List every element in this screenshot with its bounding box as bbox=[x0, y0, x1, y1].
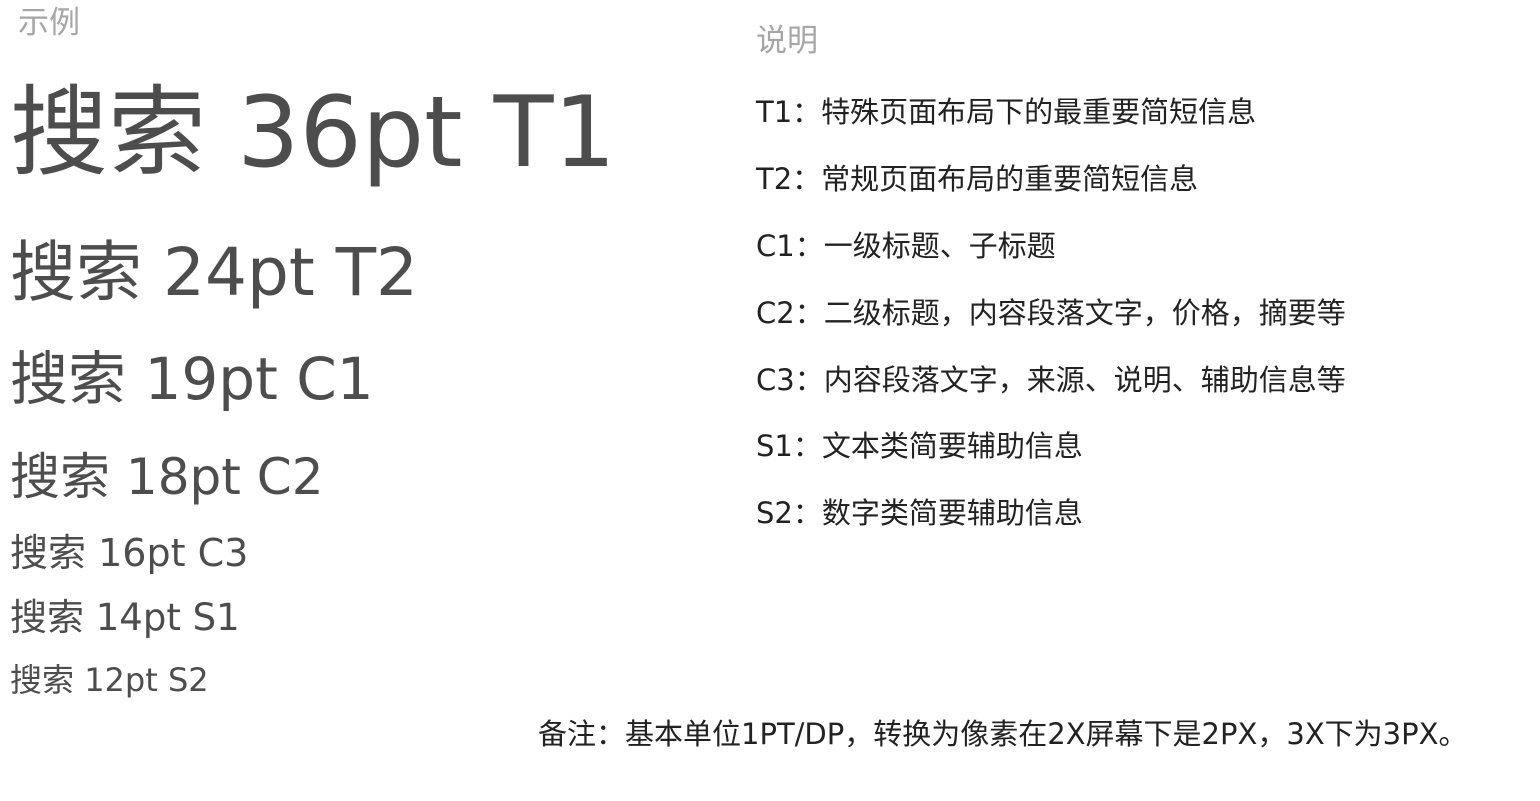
sample-word: 搜索 bbox=[10, 76, 207, 190]
sample-word: 搜索 bbox=[10, 596, 84, 639]
sample-code: T2 bbox=[335, 234, 419, 311]
sample-size: 19pt bbox=[144, 345, 278, 413]
sample-s2: 搜索 12pt S2 bbox=[10, 664, 209, 696]
description-t2: T2：常规页面布局的重要简短信息 bbox=[756, 162, 1199, 196]
sample-word: 搜索 bbox=[10, 345, 127, 413]
sample-code: S1 bbox=[192, 596, 240, 639]
sample-code: S2 bbox=[167, 661, 209, 699]
sample-c1: 搜索 19pt C1 bbox=[10, 350, 374, 408]
footnote: 备注：基本单位1PT/DP，转换为像素在2X屏幕下是2PX，3X下为3PX。 bbox=[538, 717, 1468, 751]
examples-heading: 示例 bbox=[18, 5, 80, 41]
sample-t2: 搜索 24pt T2 bbox=[10, 240, 418, 306]
sample-word: 搜索 bbox=[10, 661, 75, 699]
sample-size: 14pt bbox=[95, 596, 181, 639]
sample-code: C2 bbox=[256, 448, 324, 506]
sample-code: C3 bbox=[197, 531, 249, 575]
sample-s1: 搜索 14pt S1 bbox=[10, 599, 240, 636]
description-c3: C3：内容段落文字，来源、说明、辅助信息等 bbox=[756, 363, 1346, 397]
sample-word: 搜索 bbox=[10, 448, 110, 506]
sample-code: C1 bbox=[296, 345, 374, 413]
sample-size: 18pt bbox=[125, 448, 241, 506]
descriptions-heading: 说明 bbox=[756, 23, 818, 59]
sample-size: 36pt bbox=[237, 76, 463, 190]
sample-c2: 搜索 18pt C2 bbox=[10, 452, 324, 502]
description-t1: T1：特殊页面布局下的最重要简短信息 bbox=[756, 95, 1257, 129]
sample-size: 24pt bbox=[162, 234, 315, 311]
sample-t1: 搜索 36pt T1 bbox=[10, 84, 616, 182]
sample-word: 搜索 bbox=[10, 531, 87, 575]
description-s1: S1：文本类简要辅助信息 bbox=[756, 429, 1083, 463]
description-c2: C2：二级标题，内容段落文字，价格，摘要等 bbox=[756, 296, 1346, 330]
sample-size: 12pt bbox=[84, 661, 158, 699]
sample-code: T1 bbox=[493, 76, 616, 190]
description-s2: S2：数字类简要辅助信息 bbox=[756, 496, 1083, 530]
sample-word: 搜索 bbox=[10, 234, 142, 311]
sample-c3: 搜索 16pt C3 bbox=[10, 534, 248, 572]
description-c1: C1：一级标题、子标题 bbox=[756, 229, 1056, 263]
sample-size: 16pt bbox=[98, 531, 186, 575]
